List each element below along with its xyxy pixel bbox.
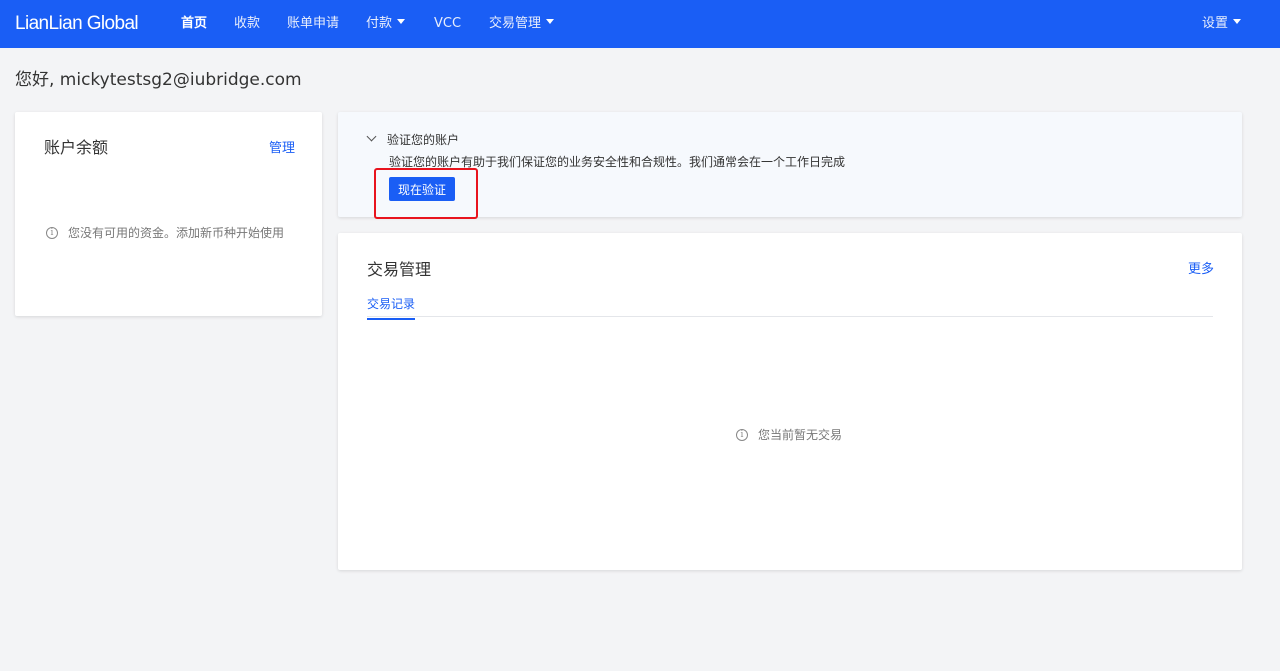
top-navigation-bar: LianLian Global 首页 收款 账单申请 付款 VCC 交易管理 设… bbox=[0, 0, 1280, 48]
nav-item-label: 首页 bbox=[181, 16, 208, 31]
info-icon: i bbox=[736, 428, 748, 441]
transaction-empty-message: i 您当前暂无交易 bbox=[736, 426, 842, 443]
caret-down-icon bbox=[546, 19, 555, 24]
nav-item-receive[interactable]: 收款 bbox=[234, 16, 260, 32]
balance-empty-message: i 您没有可用的资金。添加新币种开始使用 bbox=[46, 224, 284, 241]
account-balance-card: 账户余额 管理 i 您没有可用的资金。添加新币种开始使用 bbox=[15, 112, 322, 316]
settings-menu[interactable]: 设置 bbox=[1202, 16, 1242, 32]
nav-item-label: 收款 bbox=[234, 16, 261, 31]
verify-account-card: 验证您的账户 验证您的账户有助于我们保证您的业务安全性和合规性。我们通常会在一个… bbox=[338, 112, 1242, 217]
nav-item-payment[interactable]: 付款 bbox=[366, 16, 406, 32]
settings-label: 设置 bbox=[1202, 16, 1229, 31]
transaction-title: 交易管理 bbox=[367, 260, 432, 279]
manage-link[interactable]: 管理 bbox=[269, 137, 295, 156]
balance-title: 账户余额 bbox=[44, 138, 109, 157]
nav-item-vcc[interactable]: VCC bbox=[434, 16, 461, 32]
nav-item-bill-application[interactable]: 账单申请 bbox=[287, 16, 339, 32]
balance-empty-text: 您没有可用的资金。添加新币种开始使用 bbox=[68, 226, 285, 240]
lianlian-global-logo[interactable]: LianLian Global bbox=[15, 13, 139, 35]
nav-item-label: 交易管理 bbox=[489, 16, 542, 31]
nav-item-transaction-management[interactable]: 交易管理 bbox=[489, 16, 555, 32]
verify-description: 验证您的账户有助于我们保证您的业务安全性和合规性。我们通常会在一个工作日完成 bbox=[389, 155, 846, 169]
caret-down-icon bbox=[397, 19, 406, 24]
nav-item-label: 账单申请 bbox=[287, 16, 340, 31]
tab-transaction-records[interactable]: 交易记录 bbox=[367, 295, 416, 320]
transaction-empty-text: 您当前暂无交易 bbox=[758, 428, 843, 442]
info-icon: i bbox=[46, 226, 58, 239]
transaction-tabs: 交易记录 bbox=[367, 289, 1213, 320]
more-link[interactable]: 更多 bbox=[1188, 258, 1214, 277]
greeting-text: 您好, mickytestsg2@iubridge.com bbox=[15, 70, 302, 90]
transaction-management-card: 交易管理 更多 交易记录 i 您当前暂无交易 bbox=[338, 233, 1242, 570]
chevron-down-icon bbox=[366, 131, 377, 142]
verify-heading: 验证您的账户 bbox=[387, 133, 460, 147]
nav-item-label: 付款 bbox=[366, 16, 393, 31]
nav-item-home[interactable]: 首页 bbox=[181, 16, 207, 32]
verify-now-button[interactable]: 现在验证 bbox=[389, 177, 455, 201]
verify-account-toggle[interactable]: 验证您的账户 bbox=[366, 131, 460, 148]
caret-down-icon bbox=[1233, 19, 1242, 24]
nav-item-label: VCC bbox=[434, 16, 462, 31]
